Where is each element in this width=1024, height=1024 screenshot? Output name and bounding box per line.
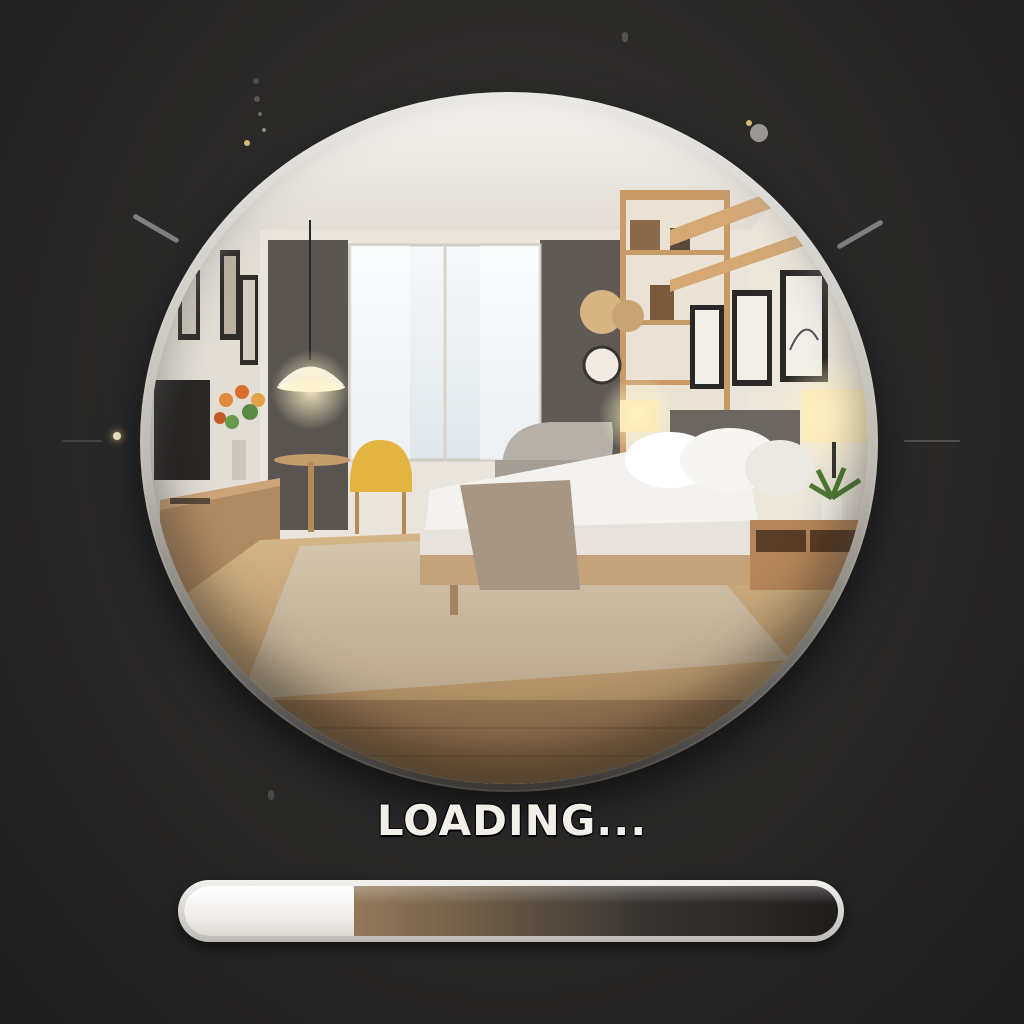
decorative-dot [262,128,266,132]
decorative-tick [132,213,180,244]
decorative-dot [750,124,768,142]
bedroom-illustration [150,100,868,784]
loading-screen: LOADING... [0,0,1024,1024]
decorative-dot [113,432,121,440]
decorative-dot [746,120,752,126]
decorative-dot [622,32,628,42]
progress-bar [178,880,844,942]
decorative-tick [904,440,960,442]
decorative-dot [253,78,259,84]
progress-track-inner [184,886,838,936]
decorative-dot [254,96,260,102]
decorative-dot [244,140,250,146]
decorative-tick [836,219,884,250]
decorative-tick [62,440,102,442]
loading-label: LOADING... [376,796,648,845]
progress-fill [184,886,354,936]
decorative-dot [258,112,262,116]
